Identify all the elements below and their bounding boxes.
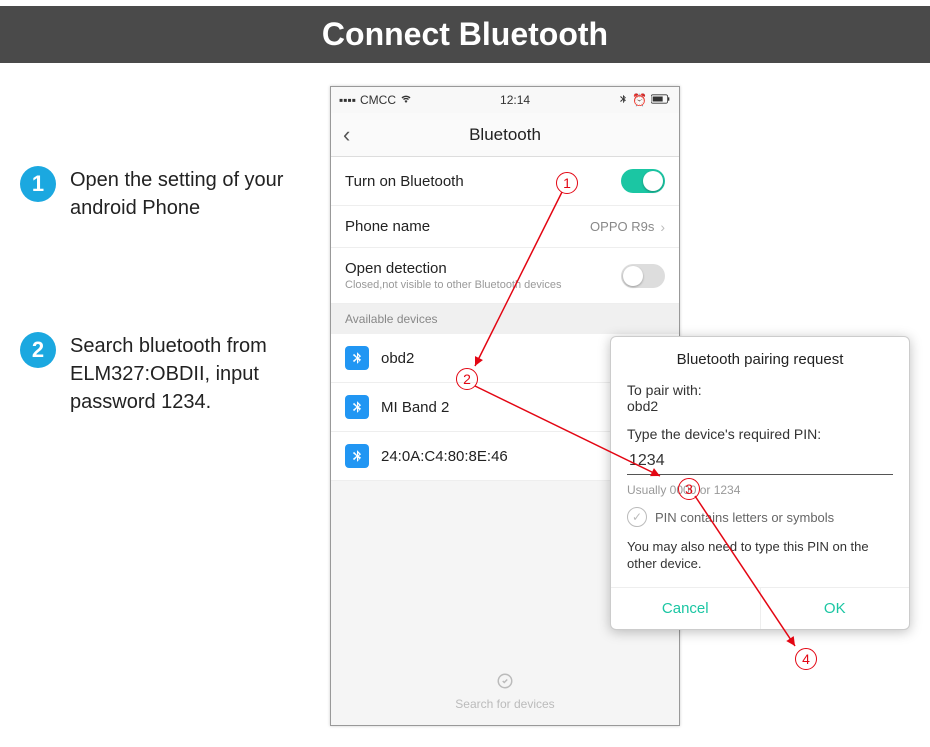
pin-input[interactable]: 1234 (627, 448, 893, 475)
carrier-label: CMCC (360, 93, 396, 107)
bluetooth-toggle[interactable] (621, 169, 665, 193)
step-text: Open the setting of your android Phone (70, 166, 320, 222)
bluetooth-icon (345, 444, 369, 468)
section-available-devices: Available devices (331, 304, 679, 334)
row-subtitle: Closed,not visible to other Bluetooth de… (345, 279, 621, 291)
step-number-badge: 2 (20, 332, 56, 368)
pin-hint: Usually 0000 or 1234 (627, 483, 893, 497)
back-button[interactable]: ‹ (343, 122, 350, 148)
callout-marker-3: 3 (678, 478, 700, 500)
footer-label: Search for devices (455, 697, 554, 711)
signal-icon: ▪▪▪▪ (339, 93, 356, 107)
step-text: Search bluetooth from ELM327:OBDII, inpu… (70, 332, 320, 416)
bluetooth-icon (345, 346, 369, 370)
bluetooth-icon (345, 395, 369, 419)
page-title: Connect Bluetooth (0, 6, 930, 63)
clock-label: 12:14 (500, 93, 530, 107)
ok-button[interactable]: OK (760, 588, 910, 629)
pair-with-label: To pair with: (627, 382, 893, 398)
row-label: Open detection (345, 260, 621, 277)
wifi-icon (400, 93, 412, 108)
row-open-detection[interactable]: Open detection Closed,not visible to oth… (331, 248, 679, 304)
step-2: 2 Search bluetooth from ELM327:OBDII, in… (20, 332, 320, 416)
callout-marker-4: 4 (795, 648, 817, 670)
checkbox-label: PIN contains letters or symbols (655, 510, 834, 525)
pair-with-value: obd2 (627, 398, 893, 414)
pin-prompt: Type the device's required PIN: (627, 426, 893, 442)
row-phone-name[interactable]: Phone name OPPO R9s › (331, 206, 679, 248)
phone-name-value: OPPO R9s (590, 219, 654, 234)
row-label: Turn on Bluetooth (345, 173, 621, 190)
callout-marker-1: 1 (556, 172, 578, 194)
dialog-title: Bluetooth pairing request (627, 351, 893, 368)
instructions-panel: 1 Open the setting of your android Phone… (20, 166, 320, 526)
step-number-badge: 1 (20, 166, 56, 202)
row-label: Phone name (345, 218, 590, 235)
detection-toggle[interactable] (621, 264, 665, 288)
callout-marker-2: 2 (456, 368, 478, 390)
row-turn-on-bluetooth[interactable]: Turn on Bluetooth (331, 157, 679, 206)
dialog-note: You may also need to type this PIN on th… (627, 539, 893, 573)
alarm-icon: ⏰ (632, 93, 647, 107)
checkbox-icon[interactable]: ✓ (627, 507, 647, 527)
nav-bar: ‹ Bluetooth (331, 113, 679, 157)
bluetooth-status-icon (618, 93, 628, 108)
pin-letters-checkbox-row[interactable]: ✓ PIN contains letters or symbols (627, 507, 893, 527)
battery-icon (651, 93, 671, 107)
screen-title: Bluetooth (331, 125, 679, 145)
pairing-dialog: Bluetooth pairing request To pair with: … (610, 336, 910, 630)
step-1: 1 Open the setting of your android Phone (20, 166, 320, 222)
refresh-icon (331, 672, 679, 695)
chevron-right-icon: › (660, 219, 665, 235)
cancel-button[interactable]: Cancel (611, 588, 760, 629)
search-devices-footer[interactable]: Search for devices (331, 658, 679, 725)
status-bar: ▪▪▪▪ CMCC 12:14 ⏰ (331, 87, 679, 113)
